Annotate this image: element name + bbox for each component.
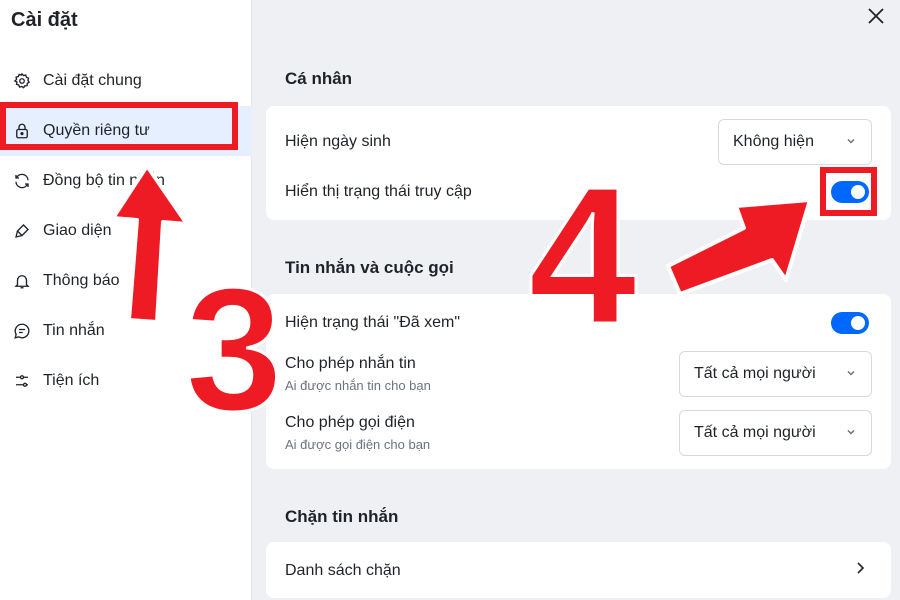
close-button[interactable] [864,4,888,28]
sidebar-item-general[interactable]: Cài đặt chung [0,56,252,106]
allow-message-select[interactable]: Tất cả mọi người [679,351,872,397]
block-card[interactable]: Danh sách chặn [266,542,891,598]
brush-icon [12,221,32,241]
sidebar-item-label: Tiện ích [43,372,100,389]
birthday-select[interactable]: Không hiện [718,119,872,165]
section-title-block: Chặn tin nhắn [285,507,399,526]
chevron-down-icon [847,138,855,144]
message-icon [12,321,32,341]
allow-call-value: Tất cả mọi người [694,424,816,441]
section-title-personal: Cá nhân [285,69,353,88]
chevron-down-icon [847,370,855,376]
highlight-box-privacy [0,102,238,150]
bell-icon [12,271,32,291]
allow-call-label: Cho phép gọi điện [285,414,415,431]
section-title-messaging: Tin nhắn và cuộc gọi [285,258,454,277]
step-number-3: 3 [184,252,285,448]
allow-message-sub: Ai được nhắn tin cho bạn [285,378,431,393]
sync-icon [12,171,32,191]
seen-status-label: Hiện trạng thái "Đã xem" [285,314,460,331]
seen-status-toggle[interactable] [831,312,869,334]
arrow-up-annotation [111,164,189,324]
sliders-icon [12,371,32,391]
chevron-down-icon [847,429,855,435]
step-number-4: 4 [526,146,638,365]
chevron-right-icon [857,562,865,574]
toggle-knob [851,316,865,330]
allow-message-label: Cho phép nhắn tin [285,355,416,372]
sidebar-title: Cài đặt [11,9,78,31]
block-list-label: Danh sách chặn [285,562,401,579]
allow-call-sub: Ai được gọi điện cho bạn [285,437,431,452]
gear-icon [12,71,32,91]
sidebar-item-label: Cài đặt chung [43,72,142,89]
birthday-select-value: Không hiện [733,133,814,150]
highlight-box-toggle [820,167,877,216]
arrow-right-annotation [666,198,812,296]
allow-message-value: Tất cả mọi người [694,365,816,382]
close-icon [868,8,884,24]
access-status-label: Hiển thị trạng thái truy cập [285,183,472,200]
birthday-label: Hiện ngày sinh [285,133,391,150]
allow-call-select[interactable]: Tất cả mọi người [679,410,872,456]
